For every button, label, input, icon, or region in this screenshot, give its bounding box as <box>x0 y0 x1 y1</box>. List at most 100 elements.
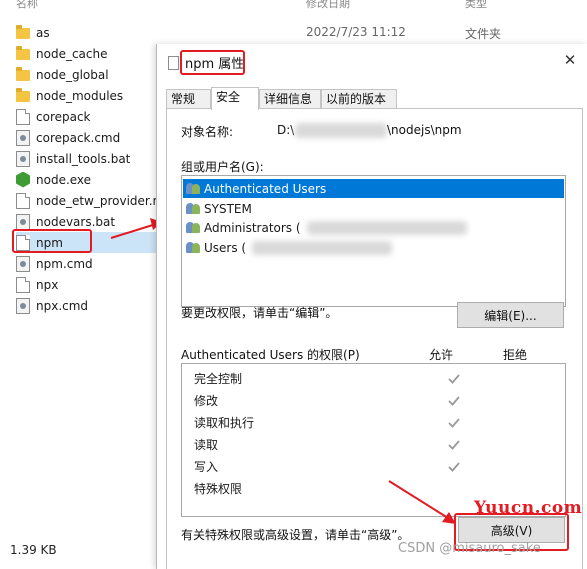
script-file-icon <box>16 213 30 230</box>
object-name-label: 对象名称: <box>181 125 234 139</box>
group-item-label: SYSTEM <box>204 201 252 216</box>
tab-bar: 常规 安全 详细信息 以前的版本 <box>166 87 581 110</box>
permission-row: 读取和执行 <box>194 412 554 433</box>
file-row[interactable]: node_modules <box>16 85 166 106</box>
permission-name: 修改 <box>194 394 219 408</box>
file-name: npx.cmd <box>36 298 89 313</box>
folder-icon <box>16 46 30 60</box>
file-date: 2022/7/23 11:12 <box>306 25 406 39</box>
group-item-administrators[interactable]: Administrators ( <box>183 218 564 237</box>
status-bar-size: 1.39 KB <box>10 543 57 557</box>
script-file-icon <box>16 129 30 146</box>
close-button[interactable]: ✕ <box>552 44 587 76</box>
object-name-suffix: \nodejs\npm <box>387 123 462 137</box>
redacted-path <box>295 123 387 138</box>
file-row[interactable]: npx.cmd <box>16 295 166 316</box>
file-type: 文件夹 <box>465 27 502 41</box>
column-header-date[interactable]: 修改日期 <box>306 0 350 10</box>
permission-row: 读取 <box>194 434 554 455</box>
csdn-watermark: CSDN @misauro_sake <box>398 541 541 556</box>
group-item-users[interactable]: Users ( <box>183 238 564 257</box>
dialog-titlebar[interactable]: npm 属性 ✕ <box>157 44 587 82</box>
file-name: corepack <box>36 109 91 124</box>
redacted-group-detail <box>252 240 393 255</box>
group-item-label: Authenticated Users <box>204 181 327 196</box>
redacted-group-detail <box>306 220 467 235</box>
deny-header: 拒绝 <box>503 348 528 362</box>
tab-general[interactable]: 常规 <box>166 89 211 109</box>
users-icon <box>186 241 201 254</box>
file-row[interactable]: node.exe <box>16 169 166 190</box>
permissions-header: Authenticated Users 的权限(P) <box>181 348 360 362</box>
users-icon <box>186 202 201 215</box>
group-item-label: Users ( <box>204 240 247 255</box>
permission-row: 写入 <box>194 456 554 477</box>
title-highlight <box>180 50 245 75</box>
permission-row: 完全控制 <box>194 368 554 389</box>
file-icon <box>16 108 30 125</box>
permission-name: 特殊权限 <box>194 482 243 496</box>
permission-row: 修改 <box>194 390 554 411</box>
permission-row: 特殊权限 <box>194 478 554 499</box>
file-name: node.exe <box>36 172 92 187</box>
file-row[interactable]: corepack.cmd <box>16 127 166 148</box>
group-item-authenticated-users[interactable]: Authenticated Users <box>183 179 564 198</box>
properties-dialog: npm 属性 ✕ 常规 安全 详细信息 以前的版本 对象名称: D:\ \nod… <box>156 44 587 569</box>
permission-name: 写入 <box>194 460 219 474</box>
file-name: corepack.cmd <box>36 130 121 145</box>
npm-file-highlight <box>12 229 92 253</box>
tab-previous-versions[interactable]: 以前的版本 <box>321 89 397 109</box>
permissions-list: 完全控制修改读取和执行读取写入特殊权限 <box>181 363 566 517</box>
file-row[interactable]: npx <box>16 274 166 295</box>
site-watermark: Yuucn.com <box>474 498 583 518</box>
column-header-row: 名称 修改日期 类型 <box>0 0 587 10</box>
column-header-type[interactable]: 类型 <box>465 0 487 10</box>
group-user-list: Authenticated Users SYSTEM Administrator… <box>181 175 566 307</box>
folder-icon <box>16 67 30 81</box>
allow-check-icon <box>448 461 460 472</box>
allow-check-icon <box>448 439 460 450</box>
object-name-prefix: D:\ <box>277 123 295 137</box>
file-row[interactable]: corepack <box>16 106 166 127</box>
script-file-icon <box>16 150 30 167</box>
file-name: nodevars.bat <box>36 214 116 229</box>
group-item-label: Administrators ( <box>204 220 301 235</box>
file-name: node_etw_provider.m <box>36 193 165 208</box>
script-file-icon <box>16 297 30 314</box>
file-row[interactable]: install_tools.bat <box>16 148 166 169</box>
node-icon <box>16 171 30 188</box>
file-name: npm.cmd <box>36 256 93 271</box>
file-name: node_modules <box>36 88 124 103</box>
allow-header: 允许 <box>429 348 454 362</box>
allow-check-icon <box>448 417 460 428</box>
file-name: npx <box>36 277 59 292</box>
column-header-name[interactable]: 名称 <box>16 0 38 10</box>
file-name: as <box>36 25 50 40</box>
edit-button[interactable]: 编辑(E)... <box>457 302 564 328</box>
folder-icon <box>16 25 30 39</box>
users-icon <box>186 221 201 234</box>
tab-details[interactable]: 详细信息 <box>259 89 321 109</box>
group-label: 组或用户名(G): <box>181 160 264 174</box>
file-icon <box>168 56 179 70</box>
permission-name: 读取 <box>194 438 219 452</box>
folder-icon <box>16 88 30 102</box>
file-icon <box>16 276 30 293</box>
advanced-hint: 有关特殊权限或高级设置，请单击“高级”。 <box>181 528 410 542</box>
file-list: as node_cache node_global node_modulescorep… <box>16 22 166 316</box>
file-row[interactable]: as <box>16 22 166 43</box>
file-row[interactable]: node_global <box>16 64 166 85</box>
permission-name: 完全控制 <box>194 372 243 386</box>
change-permission-hint: 要更改权限，请单击“编辑”。 <box>181 306 338 320</box>
file-row[interactable]: npm.cmd <box>16 253 166 274</box>
allow-check-icon <box>448 373 460 384</box>
tab-security[interactable]: 安全 <box>211 87 259 110</box>
allow-check-icon <box>448 395 460 406</box>
file-name: node_cache <box>36 46 108 61</box>
group-item-system[interactable]: SYSTEM <box>183 199 564 218</box>
file-icon <box>16 192 30 209</box>
script-file-icon <box>16 255 30 272</box>
file-name: install_tools.bat <box>36 151 131 166</box>
file-row[interactable]: node_etw_provider.m <box>16 190 166 211</box>
file-row[interactable]: node_cache <box>16 43 166 64</box>
